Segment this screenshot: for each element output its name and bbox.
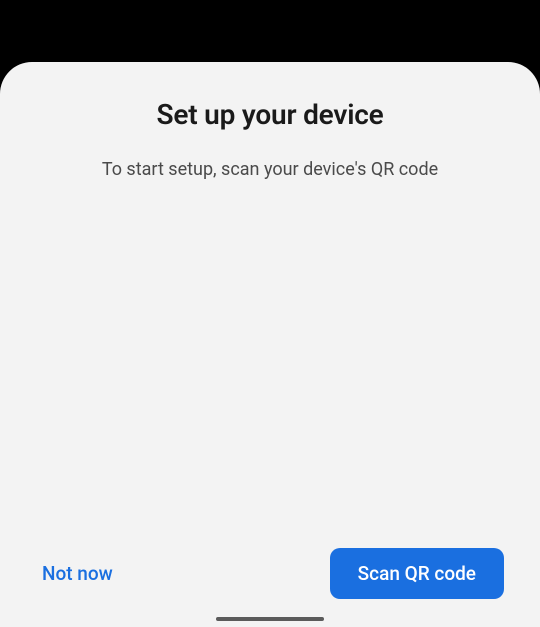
scan-qr-button[interactable]: Scan QR code xyxy=(330,548,504,599)
dialog-title: Set up your device xyxy=(36,98,504,131)
button-row: Not now Scan QR code xyxy=(36,548,504,627)
not-now-button[interactable]: Not now xyxy=(42,552,113,595)
gesture-nav-bar[interactable] xyxy=(216,617,324,621)
dialog-subtitle: To start setup, scan your device's QR co… xyxy=(36,159,504,180)
setup-dialog-sheet: Set up your device To start setup, scan … xyxy=(0,62,540,627)
spacer xyxy=(36,180,504,548)
